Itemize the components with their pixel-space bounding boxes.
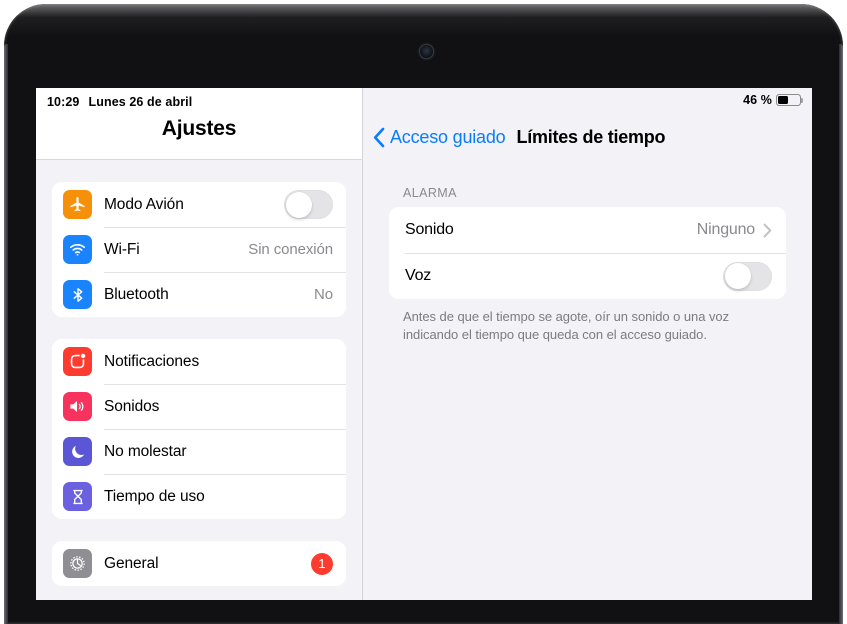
sidebar-item-airplane-mode[interactable]: Modo Avión [52,182,346,227]
tablet-screen: 10:29 Lunes 26 de abril Ajustes Modo Avió… [36,88,812,600]
sidebar-item-label: Bluetooth [104,285,169,303]
alarm-settings-group: Sonido Ninguno Voz [389,207,786,299]
detail-row-label: Voz [405,267,432,284]
toggle-knob [724,263,751,289]
wifi-icon [63,235,92,264]
status-date: Lunes 26 de abril [88,95,193,109]
section-footer-text: Antes de que el tiempo se agote, oír un … [403,309,730,343]
back-button-label: Acceso guiado [390,126,506,147]
sidebar-item-notifications[interactable]: Notificaciones [52,339,346,384]
sidebar-item-sounds[interactable]: Sonidos [52,384,346,429]
chevron-right-icon [763,223,772,237]
sidebar-item-general[interactable]: General 1 [52,541,346,586]
sidebar-item-label: Tiempo de uso [104,487,205,505]
sidebar-item-bluetooth[interactable]: Bluetooth No [52,272,346,317]
sidebar-item-do-not-disturb[interactable]: No molestar [52,429,346,474]
detail-row-sonido[interactable]: Sonido Ninguno [389,207,786,253]
device-edge-left [4,44,8,624]
sidebar-header: 10:29 Lunes 26 de abril Ajustes [36,88,362,160]
screen-time-icon [63,482,92,511]
status-bar-right: 46 % [363,88,812,114]
notifications-icon [63,347,92,376]
page-title: Ajustes [161,117,237,140]
section-header-alarma: ALARMA [403,186,457,200]
bluetooth-icon [63,280,92,309]
wifi-status-value: Sin conexión [248,241,333,258]
chevron-left-icon [373,127,385,147]
detail-pane: 46 % Acceso guiado Límites de tiempo ALA… [362,88,812,600]
airplane-icon [63,190,92,219]
sidebar-item-wifi[interactable]: Wi-Fi Sin conexión [52,227,346,272]
detail-body: ALARMA Sonido Ninguno Voz Antes de que e… [363,160,812,345]
detail-row-voz[interactable]: Voz [389,253,786,299]
sidebar-item-label: Sonidos [104,397,160,415]
status-bar-left: 10:29 Lunes 26 de abril [47,95,192,109]
sidebar-item-label: No molestar [104,442,187,460]
status-badge: 1 [311,552,333,575]
gear-icon [63,549,92,578]
sidebar-item-label: General [104,554,159,572]
sidebar-group-alerts: Notificaciones Sonidos No molestar Tiemp… [52,339,346,519]
status-time: 10:29 [47,95,80,109]
sidebar-item-label: Wi-Fi [104,240,140,258]
back-button[interactable]: Acceso guiado [373,126,506,148]
do-not-disturb-icon [63,437,92,466]
detail-title: Límites de tiempo [516,126,666,147]
sonido-value: Ninguno [696,221,755,238]
sidebar-scroll-area[interactable]: Modo Avión Wi-Fi Sin conexión Bluetooth … [36,160,362,600]
detail-row-label: Sonido [405,221,454,238]
battery-percent-label: 46 % [743,93,772,107]
device-edge-right [839,44,843,624]
battery-icon [776,94,804,106]
sidebar-item-screen-time[interactable]: Tiempo de uso [52,474,346,519]
front-camera-icon [420,45,433,58]
sidebar-item-label: Modo Avión [104,195,184,213]
airplane-mode-toggle[interactable] [284,190,333,219]
toggle-knob [285,191,312,218]
voz-toggle[interactable] [723,261,772,291]
settings-sidebar: 10:29 Lunes 26 de abril Ajustes Modo Avió… [36,88,362,600]
sidebar-group-system: General 1 [52,541,346,586]
battery-status: 46 % [743,93,804,107]
sidebar-item-label: Notificaciones [104,352,200,370]
sounds-icon [63,392,92,421]
sidebar-group-connectivity: Modo Avión Wi-Fi Sin conexión Bluetooth … [52,182,346,317]
bluetooth-status-value: No [314,286,333,303]
detail-navigation-bar: Acceso guiado Límites de tiempo [363,114,812,160]
battery-fill [778,96,788,104]
